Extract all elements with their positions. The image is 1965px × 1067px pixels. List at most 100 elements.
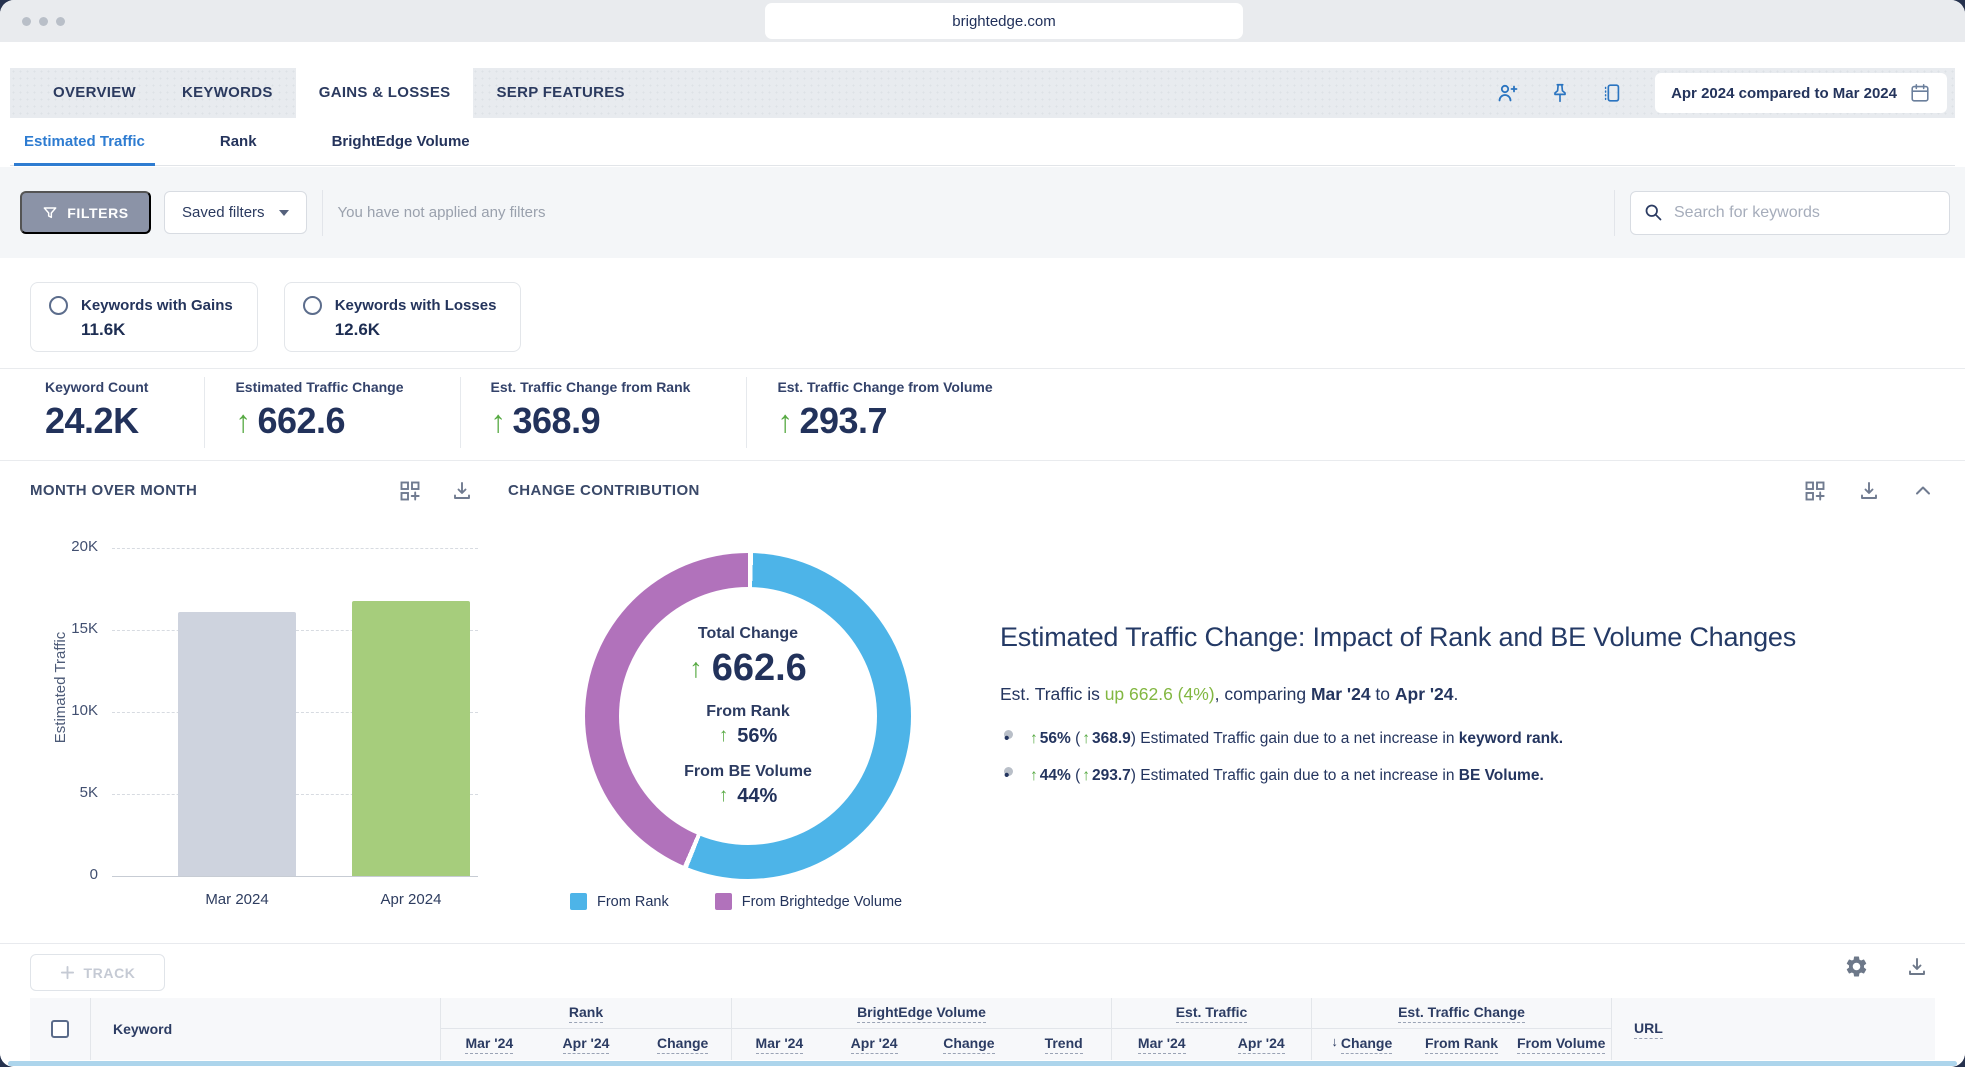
insight-bullets: •↑56% (↑368.9) Estimated Traffic gain du… bbox=[1000, 730, 1945, 785]
toggle-label: Keywords with Losses bbox=[335, 297, 497, 314]
bar-apr-2024[interactable] bbox=[352, 601, 470, 876]
donut-legend: From RankFrom Brightedge Volume bbox=[570, 893, 902, 910]
subtab-estimated-traffic[interactable]: Estimated Traffic bbox=[14, 118, 155, 166]
donut-volume-value: 44% bbox=[737, 785, 777, 808]
download-icon[interactable] bbox=[1905, 955, 1929, 979]
toggle-card-keywords-with-losses[interactable]: Keywords with Losses 12.6K bbox=[284, 282, 522, 352]
chevron-down-icon bbox=[279, 210, 289, 216]
column-header-brightedge-volume-trend[interactable]: Trend bbox=[1016, 1029, 1111, 1060]
stat-value: ↑368.9 bbox=[491, 400, 691, 442]
cc-chart-tools bbox=[1803, 479, 1935, 503]
stat-number: 662.6 bbox=[257, 400, 345, 442]
column-group-est-traffic: Est. Traffic Mar '24Apr '24 bbox=[1111, 998, 1311, 1060]
track-row: TRACK bbox=[0, 943, 1965, 998]
column-header-est-traffic-mar-24[interactable]: Mar '24 bbox=[1112, 1029, 1212, 1060]
tab-gains-losses[interactable]: GAINS & LOSSES bbox=[296, 68, 474, 118]
keyword-search[interactable] bbox=[1630, 191, 1950, 235]
toggle-label: Keywords with Gains bbox=[81, 297, 233, 314]
stat-label: Estimated Traffic Change bbox=[235, 379, 403, 395]
tab-serp-features[interactable]: SERP FEATURES bbox=[473, 68, 647, 118]
column-header-rank-mar-24[interactable]: Mar '24 bbox=[441, 1029, 538, 1060]
track-button[interactable]: TRACK bbox=[30, 954, 165, 991]
toggle-value: 12.6K bbox=[335, 320, 497, 340]
select-all-checkbox[interactable] bbox=[51, 1020, 69, 1038]
column-header-brightedge-volume-change[interactable]: Change bbox=[922, 1029, 1017, 1060]
insight-bullet-0: •↑56% (↑368.9) Estimated Traffic gain du… bbox=[1000, 730, 1945, 748]
saved-filters-dropdown[interactable]: Saved filters bbox=[164, 191, 307, 234]
column-group-label[interactable]: Rank bbox=[569, 1004, 603, 1023]
up-arrow-icon: ↑ bbox=[777, 406, 792, 437]
donut-center: Total Change ↑ 662.6 From Rank ↑ 56% Fro… bbox=[619, 587, 877, 845]
column-header-brightedge-volume-apr-24[interactable]: Apr '24 bbox=[827, 1029, 922, 1060]
gear-icon[interactable] bbox=[1844, 954, 1869, 979]
stat-label: Est. Traffic Change from Rank bbox=[491, 379, 691, 395]
column-group-label[interactable]: Est. Traffic bbox=[1176, 1004, 1248, 1023]
up-arrow-icon: ↑ bbox=[719, 725, 729, 747]
column-group-label[interactable]: BrightEdge Volume bbox=[857, 1004, 986, 1023]
column-group-brightedge-volume: BrightEdge Volume Mar '24Apr '24ChangeTre… bbox=[731, 998, 1111, 1060]
subtab-rank[interactable]: Rank bbox=[210, 118, 267, 166]
tab-keywords[interactable]: KEYWORDS bbox=[159, 68, 296, 118]
horizontal-scrollbar[interactable] bbox=[8, 1061, 1957, 1066]
add-to-dashboard-icon[interactable] bbox=[1803, 479, 1827, 503]
column-header-est-traffic-change-from-volume[interactable]: From Volume bbox=[1511, 1029, 1611, 1060]
insight-panel: Estimated Traffic Change: Impact of Rank… bbox=[1000, 622, 1945, 804]
column-group-label[interactable]: Est. Traffic Change bbox=[1398, 1004, 1525, 1023]
column-header-keyword[interactable]: Keyword bbox=[90, 998, 440, 1060]
toggle-card-keywords-with-gains[interactable]: Keywords with Gains11.6K bbox=[30, 282, 258, 352]
column-header-rank-change[interactable]: Change bbox=[634, 1029, 731, 1060]
column-header-url[interactable]: URL bbox=[1611, 998, 1935, 1060]
window-dot-icon[interactable] bbox=[56, 17, 65, 26]
up-arrow-icon: ↑ bbox=[235, 406, 250, 437]
stat-estimated-traffic-change: Estimated Traffic Change ↑662.6 bbox=[205, 377, 460, 448]
collapse-chevron-up-icon[interactable] bbox=[1911, 479, 1935, 503]
bullet-dot: • bbox=[1004, 767, 1013, 776]
filters-button[interactable]: FILTERS bbox=[20, 191, 151, 234]
insight-summary: Est. Traffic is up 662.6 (4%), comparing… bbox=[1000, 684, 1945, 705]
stat-value: 24.2K bbox=[45, 400, 148, 442]
column-header-est-traffic-change-from-rank[interactable]: From Rank bbox=[1412, 1029, 1512, 1060]
x-category-label: Apr 2024 bbox=[352, 891, 470, 908]
download-icon[interactable] bbox=[1857, 479, 1881, 503]
date-range-label: Apr 2024 compared to Mar 2024 bbox=[1671, 85, 1897, 102]
divider bbox=[0, 460, 1965, 461]
window-controls[interactable] bbox=[22, 17, 65, 26]
add-to-dashboard-icon[interactable] bbox=[398, 479, 422, 503]
legend-swatch bbox=[570, 893, 587, 910]
column-header-rank-apr-24[interactable]: Apr '24 bbox=[538, 1029, 635, 1060]
browser-chrome: brightedge.com bbox=[0, 0, 1965, 42]
address-bar[interactable]: brightedge.com bbox=[765, 3, 1243, 39]
radio-icon[interactable] bbox=[49, 296, 68, 315]
bar-mar-2024[interactable] bbox=[178, 612, 296, 876]
subtab-brightedge-volume[interactable]: BrightEdge Volume bbox=[322, 118, 480, 166]
sort-desc-icon: ↓ bbox=[1331, 1034, 1338, 1049]
date-range-selector[interactable]: Apr 2024 compared to Mar 2024 bbox=[1655, 73, 1947, 113]
sub-nav: Estimated Traffic Rank BrightEdge Volume bbox=[10, 118, 1955, 166]
table-column-groups: RankMar '24Apr '24ChangeBrightEdge Volum… bbox=[440, 998, 1611, 1060]
download-icon[interactable] bbox=[450, 479, 474, 503]
app-window: brightedge.com OVERVIEWKEYWORDSGAINS & L… bbox=[0, 0, 1965, 1067]
tab-overview[interactable]: OVERVIEW bbox=[30, 68, 159, 118]
radio-icon[interactable] bbox=[303, 296, 322, 315]
pin-icon[interactable] bbox=[1547, 80, 1573, 106]
window-dot-icon[interactable] bbox=[39, 17, 48, 26]
window-dot-icon[interactable] bbox=[22, 17, 31, 26]
saved-filters-label: Saved filters bbox=[182, 204, 265, 221]
share-user-add-icon[interactable] bbox=[1495, 80, 1521, 106]
divider bbox=[0, 368, 1965, 369]
column-header-est-traffic-change-change[interactable]: ↓Change bbox=[1312, 1029, 1412, 1060]
stat-value: ↑662.6 bbox=[235, 400, 403, 442]
column-header-est-traffic-apr-24[interactable]: Apr '24 bbox=[1212, 1029, 1312, 1060]
column-header-brightedge-volume-mar-24[interactable]: Mar '24 bbox=[732, 1029, 827, 1060]
main-nav: OVERVIEWKEYWORDSGAINS & LOSSESSERP FEATU… bbox=[10, 68, 1955, 118]
y-tick-label: 20K bbox=[38, 538, 98, 555]
device-preview-icon[interactable] bbox=[1599, 80, 1625, 106]
stat-value: ↑293.7 bbox=[777, 400, 992, 442]
stat-number: 368.9 bbox=[513, 400, 601, 442]
gridline bbox=[112, 548, 478, 549]
up-arrow-icon: ↑ bbox=[1028, 730, 1040, 747]
search-input[interactable] bbox=[1674, 204, 1937, 222]
donut-chart[interactable]: Total Change ↑ 662.6 From Rank ↑ 56% Fro… bbox=[585, 553, 911, 879]
legend-label: From Brightedge Volume bbox=[742, 894, 902, 910]
select-all-cell bbox=[30, 998, 90, 1060]
